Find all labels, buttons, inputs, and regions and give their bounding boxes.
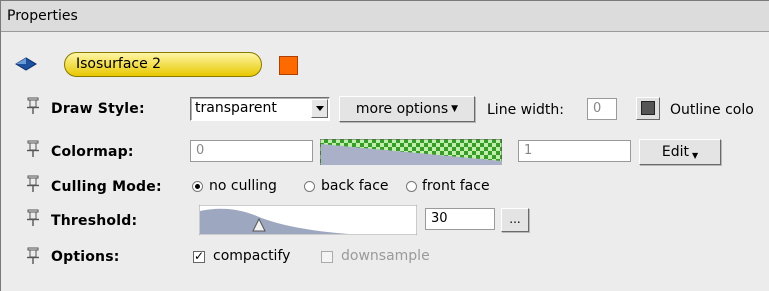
front-face-label[interactable]: front face [422, 178, 490, 194]
draw-style-select[interactable]: transparent [190, 97, 330, 121]
colormap-edit-button[interactable]: Edit ▼ [639, 139, 721, 165]
panel-title: Properties [1, 1, 769, 32]
pushpin-icon[interactable] [27, 247, 39, 265]
front-face-radio[interactable] [406, 181, 417, 192]
draw-style-label: Draw Style: [51, 101, 145, 117]
more-options-button[interactable]: more options ▼ [339, 96, 475, 122]
no-culling-label[interactable]: no culling [209, 178, 277, 194]
no-culling-radio[interactable] [192, 181, 203, 192]
line-width-label: Line width: [487, 102, 564, 118]
colormap-preview[interactable] [320, 139, 502, 165]
outline-color-button[interactable] [636, 97, 660, 120]
compactify-checkbox[interactable]: ✓ [193, 249, 205, 263]
checkmark-icon: ✓ [194, 249, 205, 263]
colormap-label: Colormap: [51, 144, 134, 160]
colormap-max-value: 1 [524, 143, 533, 158]
pushpin-icon[interactable] [27, 140, 39, 158]
options-label: Options: [51, 249, 120, 265]
object-name-field[interactable]: Isosurface 2 [64, 52, 262, 77]
threshold-field[interactable]: 30 [425, 208, 495, 230]
caret-down-icon: ▼ [451, 104, 459, 114]
threshold-label: Threshold: [51, 213, 138, 229]
pushpin-icon[interactable] [27, 97, 39, 115]
chevron-down-icon[interactable] [311, 99, 328, 118]
colormap-max-field[interactable]: 1 [518, 140, 631, 162]
object-color-swatch[interactable] [279, 56, 298, 75]
object-name: Isosurface 2 [76, 56, 162, 72]
back-face-label[interactable]: back face [321, 178, 389, 194]
outline-color-swatch [641, 101, 655, 115]
line-width-field[interactable]: 0 [587, 98, 617, 120]
threshold-histogram-slider[interactable] [199, 205, 417, 235]
colormap-edit-label: Edit [661, 144, 689, 160]
back-face-radio[interactable] [304, 181, 315, 192]
caret-down-icon: ▼ [691, 151, 699, 160]
downsample-label: downsample [341, 248, 430, 264]
threshold-browse-button[interactable]: ... [501, 208, 529, 232]
colormap-min-field[interactable]: 0 [190, 140, 313, 162]
more-options-label: more options [355, 101, 449, 117]
pushpin-icon[interactable] [27, 175, 39, 193]
diamond-icon [15, 57, 37, 71]
properties-panel: Properties Isosurface 2 Draw Style: tran… [0, 0, 769, 291]
colormap-min-value: 0 [196, 143, 205, 158]
downsample-checkbox [321, 251, 333, 263]
outline-color-label: Outline colo [670, 102, 754, 118]
draw-style-value: transparent [195, 100, 277, 116]
line-width-value: 0 [593, 101, 602, 116]
compactify-label[interactable]: compactify [213, 248, 290, 264]
threshold-value: 30 [431, 211, 448, 226]
culling-mode-label: Culling Mode: [51, 179, 162, 195]
threshold-browse-label: ... [509, 212, 521, 226]
pushpin-icon[interactable] [27, 209, 39, 227]
